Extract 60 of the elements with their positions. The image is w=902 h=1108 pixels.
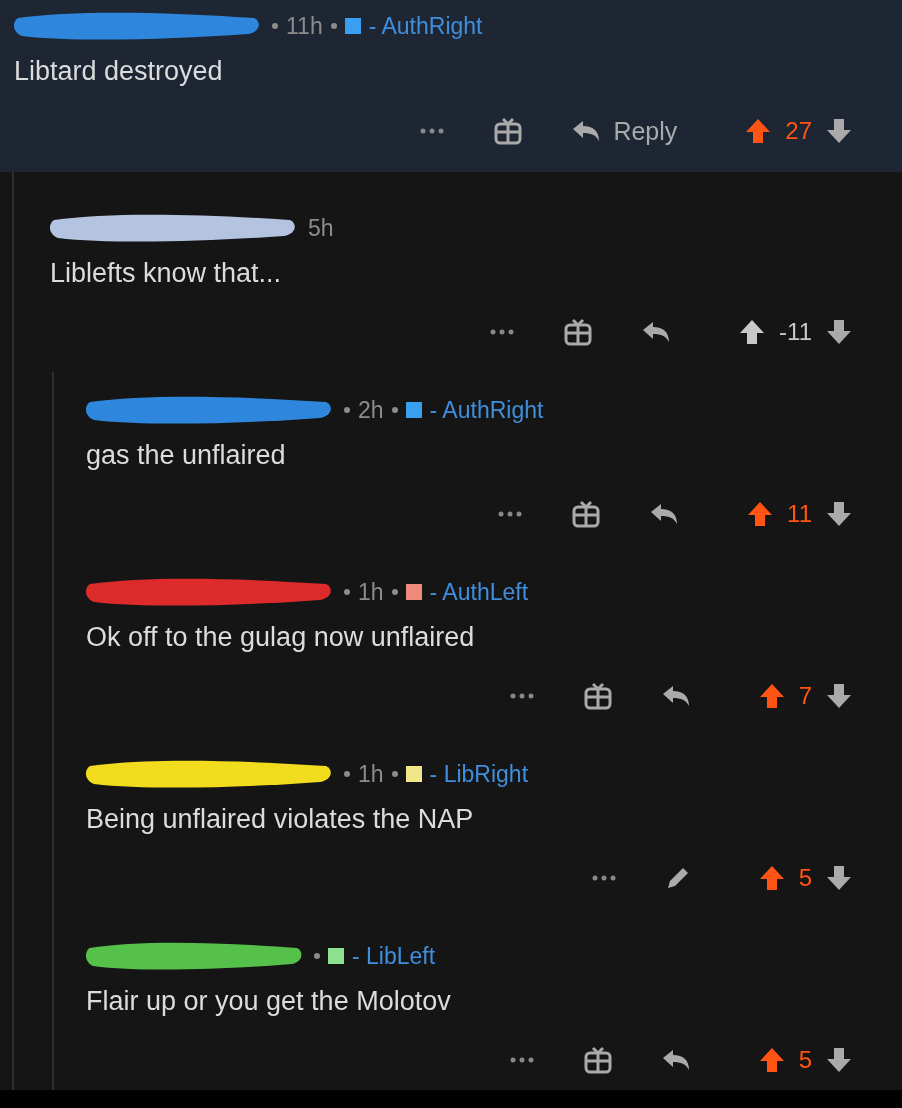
vote-score: 5 (798, 864, 812, 892)
upvote-icon[interactable] (758, 865, 785, 891)
user-flair: - AuthRight (368, 12, 483, 40)
user-flair: - LibRight (429, 760, 529, 788)
vote-score: 7 (798, 682, 812, 710)
user-flair: - AuthLeft (429, 578, 529, 606)
comment-time: 1h (358, 578, 384, 606)
gift-icon[interactable] (571, 499, 602, 529)
user-flair: - LibLeft (352, 942, 436, 970)
reply-button[interactable] (641, 320, 672, 344)
separator-dot-icon (330, 23, 337, 29)
separator-dot-icon (344, 771, 350, 777)
gift-icon[interactable] (582, 681, 613, 711)
reply-icon (571, 119, 602, 143)
separator-dot-icon (391, 407, 398, 413)
more-icon[interactable] (590, 874, 617, 882)
more-icon[interactable] (489, 328, 516, 336)
separator-dot-icon (391, 589, 398, 595)
gift-icon[interactable] (582, 1045, 613, 1075)
comment-text: Being unflaired violates the NAP (86, 804, 475, 836)
comment-text: Libtard destroyed (14, 56, 224, 88)
reply-icon (641, 320, 672, 344)
more-icon[interactable] (508, 692, 535, 700)
separator-dot-icon (391, 771, 398, 777)
downvote-icon[interactable] (826, 319, 852, 345)
vote-score: -11 (779, 318, 812, 346)
vote-score: 27 (785, 117, 812, 145)
vote-score: 11 (787, 500, 812, 528)
upvote-icon[interactable] (758, 683, 785, 709)
separator-dot-icon (314, 953, 320, 959)
downvote-icon[interactable] (826, 501, 852, 527)
comment-time: 11h (286, 12, 323, 40)
comment-text: Ok off to the gulag now unflaired (86, 622, 476, 654)
upvote-icon[interactable] (747, 501, 774, 527)
downvote-icon[interactable] (826, 118, 852, 144)
vote-score: 5 (798, 1046, 812, 1074)
upvote-icon[interactable] (745, 118, 772, 144)
separator-dot-icon (344, 589, 350, 595)
separator-dot-icon (272, 23, 278, 29)
upvote-icon[interactable] (758, 1047, 785, 1073)
comment-text: Liblefts know that... (50, 258, 283, 290)
downvote-icon[interactable] (826, 865, 852, 891)
downvote-icon[interactable] (826, 683, 852, 709)
comment-time: 1h (358, 760, 384, 788)
gift-icon[interactable] (563, 317, 594, 347)
upvote-icon[interactable] (739, 319, 766, 345)
gift-icon[interactable] (493, 116, 524, 146)
comment-time: 5h (308, 214, 334, 242)
downvote-icon[interactable] (826, 1047, 852, 1073)
more-icon[interactable] (497, 510, 524, 518)
user-flair: - AuthRight (429, 396, 544, 424)
comment-time: 2h (358, 396, 384, 424)
separator-dot-icon (344, 407, 350, 413)
comment-text: gas the unflaired (86, 440, 287, 472)
reply-button[interactable] (649, 502, 680, 526)
comment-text: Flair up or you get the Molotov (86, 986, 452, 1018)
reply-button[interactable]: Reply (571, 116, 678, 146)
more-icon[interactable] (419, 127, 446, 135)
more-icon[interactable] (508, 1056, 535, 1064)
reply-icon (649, 502, 680, 526)
